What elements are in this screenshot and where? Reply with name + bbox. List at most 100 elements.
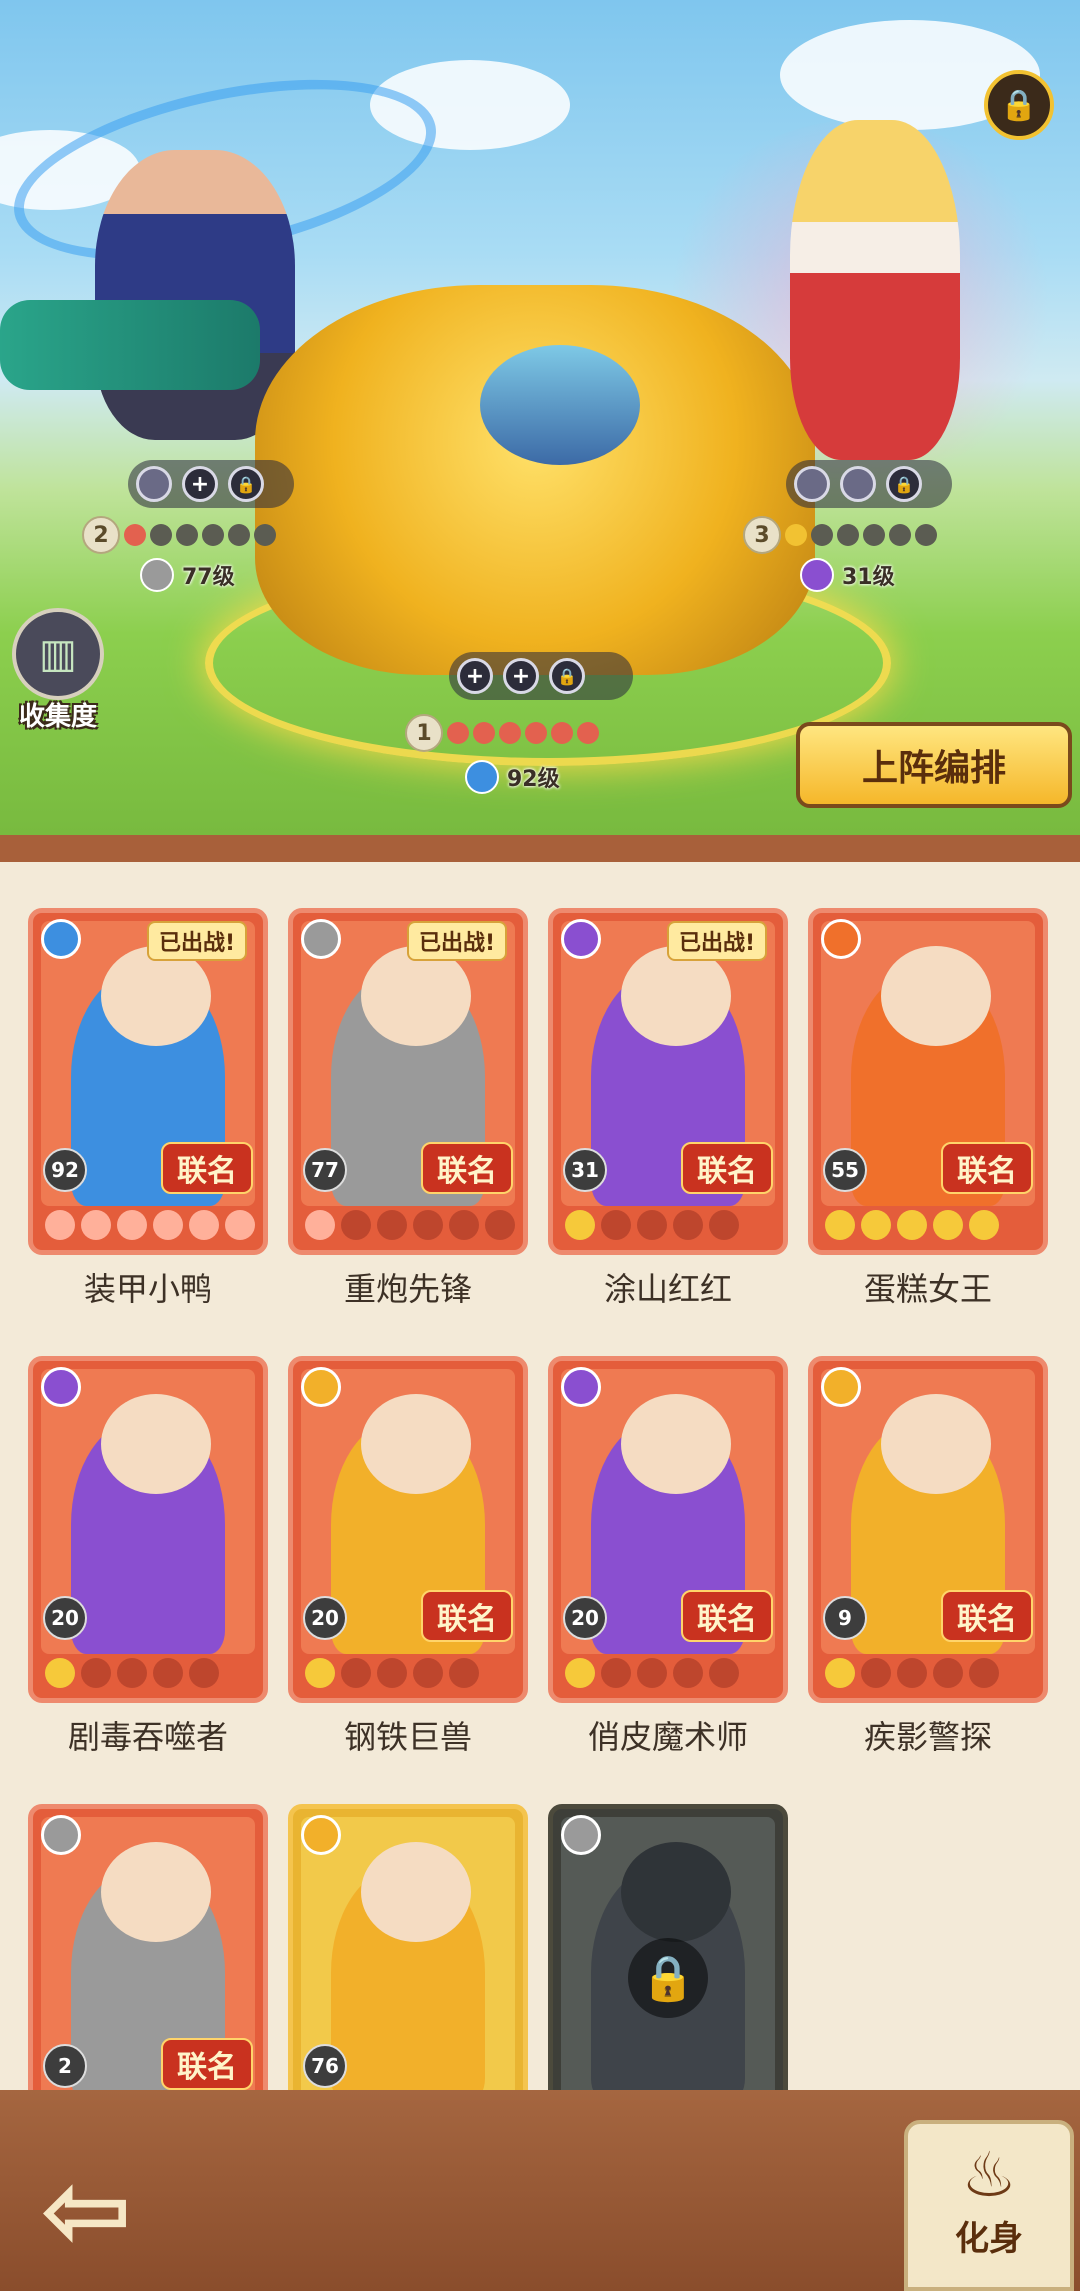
rank-star-icon [447, 722, 469, 744]
rank-star-icon [915, 524, 937, 546]
star-icon [153, 1658, 183, 1688]
sword-icon [140, 558, 174, 592]
locked-slot-icon[interactable]: 🔒 [549, 658, 585, 694]
hero-1-slots: + + 🔒 [449, 652, 633, 700]
collab-badge: 联名 [681, 1590, 773, 1642]
lock-icon: 🔒 [628, 1937, 708, 2018]
hero-card[interactable]: 已出战! 联名 92 装甲小鸭 [28, 908, 268, 1308]
hero-2-slots: + 🔒 [128, 460, 294, 508]
hero-card[interactable]: 联名 20 俏皮魔术师 [548, 1356, 788, 1756]
star-icon [117, 1658, 147, 1688]
star-icon [377, 1658, 407, 1688]
collab-badge: 联名 [681, 1142, 773, 1194]
hero-1-level: 92级 [465, 760, 560, 794]
star-icon [45, 1658, 75, 1688]
rank-star-icon [889, 524, 911, 546]
star-icon [861, 1658, 891, 1688]
formation-button[interactable]: 上阵编排 [796, 722, 1072, 808]
hero-name: 钢铁巨兽 [343, 1718, 472, 1756]
equipped-slot[interactable] [136, 466, 172, 502]
star-icon [637, 1658, 667, 1688]
level-text: 92级 [507, 767, 560, 792]
star-icon [861, 1210, 891, 1240]
hero-name: 俏皮魔术师 [587, 1718, 748, 1756]
flame-star-icon [45, 1210, 75, 1240]
portrait-head [361, 946, 471, 1046]
hero-fox-girl[interactable] [790, 120, 960, 460]
back-arrow-icon[interactable]: ⇦ [40, 2155, 170, 2265]
locked-slot-icon[interactable]: 🔒 [228, 466, 264, 502]
card-level: 31 [563, 1148, 607, 1192]
sword-icon [561, 1815, 601, 1855]
poison-icon [561, 1367, 601, 1407]
deployed-badge: 已出战! [146, 921, 247, 961]
star-icon [969, 1658, 999, 1688]
hero-3-level: 31级 [800, 558, 895, 592]
flame-star-icon [189, 1210, 219, 1240]
transform-button[interactable]: ♨ 化身 [904, 2120, 1074, 2291]
hero-2-level: 77级 [140, 558, 235, 592]
flame-star-icon [449, 1210, 479, 1240]
card-level: 20 [43, 1596, 87, 1640]
book-icon: ▥ [12, 608, 104, 700]
rank-star-icon [473, 722, 495, 744]
add-slot-button[interactable]: + [182, 466, 218, 502]
star-icon [825, 1210, 855, 1240]
hero-card[interactable]: 已出战! 联名 31 涂山红红 [548, 908, 788, 1308]
collection-label: 收集度 [18, 702, 97, 732]
poison-icon [800, 558, 834, 592]
hero-duck-goggles [480, 345, 640, 465]
equipped-slot[interactable] [794, 466, 830, 502]
flame-star-icon [341, 1210, 371, 1240]
hero-2-rank: 2 [82, 516, 276, 554]
transform-label: 化身 [955, 2219, 1023, 2259]
deployed-badge: 已出战! [666, 921, 767, 961]
star-icon [673, 1658, 703, 1688]
add-slot-button[interactable]: + [457, 658, 493, 694]
star-icon [305, 1658, 335, 1688]
lightning-icon [301, 1367, 341, 1407]
star-icon [341, 1658, 371, 1688]
hero-card[interactable]: 已出战! 联名 77 重炮先锋 [288, 908, 528, 1308]
flame-star-icon [305, 1210, 335, 1240]
portrait-head [621, 946, 731, 1046]
hero-name: 涂山红红 [603, 1270, 732, 1308]
rank-star-icon [202, 524, 224, 546]
hero-name: 剧毒吞噬者 [67, 1718, 228, 1756]
collab-badge: 联名 [161, 1142, 253, 1194]
portrait-head [361, 1394, 471, 1494]
hero-armored-duck[interactable] [255, 285, 815, 675]
collab-badge: 联名 [161, 2038, 253, 2090]
collection-button[interactable]: ▥ 收集度 [8, 608, 108, 733]
portrait-head [881, 1394, 991, 1494]
rank-star-icon [785, 524, 807, 546]
star-icon [637, 1210, 667, 1240]
star-icon [709, 1658, 739, 1688]
card-frame: 联名 9 [808, 1356, 1048, 1703]
portrait-head [101, 946, 211, 1046]
star-icon [565, 1658, 595, 1688]
card-level: 20 [303, 1596, 347, 1640]
collab-badge: 联名 [421, 1142, 513, 1194]
star-rating [825, 1210, 999, 1240]
hero-card[interactable]: 20 剧毒吞噬者 [28, 1356, 268, 1756]
card-frame: 已出战! 联名 92 [28, 908, 268, 1255]
panel-divider [0, 835, 1080, 865]
hero-card[interactable]: 联名 55 蛋糕女王 [808, 908, 1048, 1308]
hero-card[interactable]: 联名 20 钢铁巨兽 [288, 1356, 528, 1756]
lightning-icon [821, 1367, 861, 1407]
card-frame: 已出战! 联名 77 [288, 908, 528, 1255]
sword-icon [41, 1815, 81, 1855]
rank-star-icon [254, 524, 276, 546]
add-slot-button[interactable]: + [503, 658, 539, 694]
rank-number: 3 [743, 516, 781, 554]
lightning-icon [301, 1815, 341, 1855]
equipped-slot[interactable] [840, 466, 876, 502]
deployed-badge: 已出战! [406, 921, 507, 961]
lock-icon[interactable]: 🔒 [984, 70, 1054, 140]
locked-slot-icon[interactable]: 🔒 [886, 466, 922, 502]
flame-star-icon [377, 1210, 407, 1240]
level-text: 31级 [842, 565, 895, 590]
hero-card[interactable]: 联名 9 疾影警探 [808, 1356, 1048, 1756]
star-icon [933, 1658, 963, 1688]
